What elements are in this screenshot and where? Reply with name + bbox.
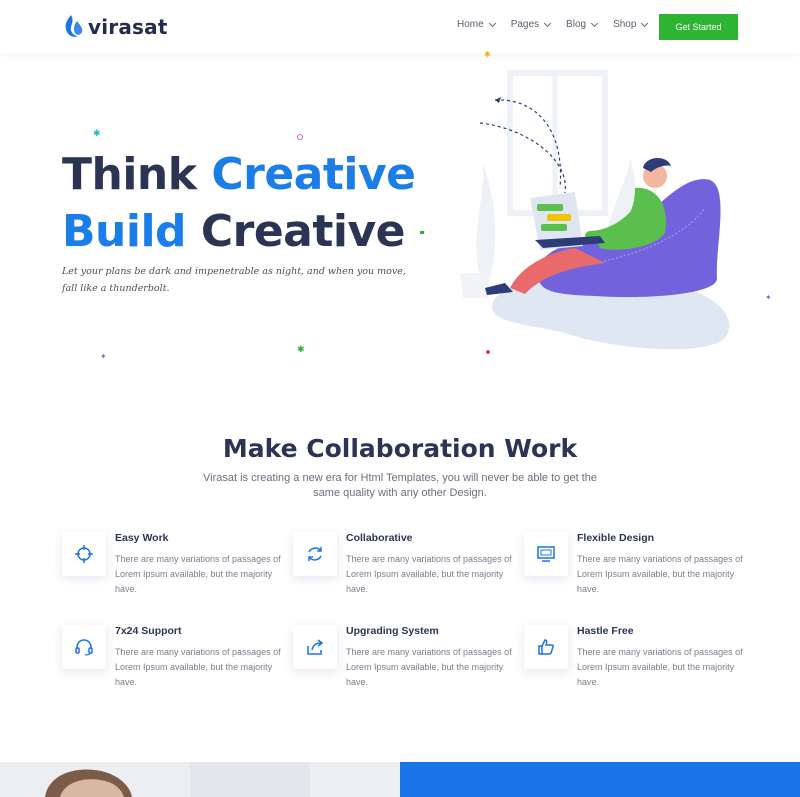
chevron-down-icon bbox=[591, 19, 599, 27]
nav-item-pages[interactable]: Pages bbox=[510, 19, 552, 30]
feature-title: 7x24 Support bbox=[115, 625, 182, 637]
bottom-photo-panel bbox=[0, 762, 400, 797]
get-started-button[interactable]: Get Started bbox=[659, 14, 738, 40]
sync-icon bbox=[308, 547, 322, 561]
feature-icon-box bbox=[293, 532, 337, 576]
feature-title: Upgrading System bbox=[346, 625, 439, 637]
sparkle-icon: ✱ bbox=[297, 344, 305, 354]
chevron-down-icon bbox=[488, 19, 496, 27]
main-nav: Home Pages Blog Shop bbox=[457, 19, 663, 30]
feature-description: There are many variations of passages of… bbox=[346, 647, 512, 687]
nav-item-label: Blog bbox=[566, 19, 587, 30]
monitor-icon bbox=[537, 546, 555, 562]
hero-title: Think Creative Build Creative bbox=[62, 146, 416, 260]
hero-title-line1: Think Creative bbox=[62, 149, 416, 200]
feature-card: Flexible Design There are many variation… bbox=[524, 532, 744, 612]
feature-card: Easy Work There are many variations of p… bbox=[62, 532, 282, 612]
feature-description: There are many variations of passages of… bbox=[115, 647, 281, 687]
hero-word-creative-2: Creative bbox=[186, 206, 406, 257]
feature-title: Collaborative bbox=[346, 532, 413, 544]
hero-word-build: Build bbox=[62, 206, 187, 257]
section-subtitle: Virasat is creating a new era for Html T… bbox=[203, 472, 597, 499]
chevron-down-icon bbox=[641, 19, 649, 27]
feature-icon-box bbox=[62, 532, 106, 576]
nav-item-label: Pages bbox=[510, 19, 540, 30]
feature-title: Flexible Design bbox=[577, 532, 655, 544]
hero-word-creative: Creative bbox=[211, 149, 416, 200]
hero-illustration bbox=[460, 70, 730, 350]
nav-item-blog[interactable]: Blog bbox=[566, 19, 599, 30]
sparkle-icon: ✱ bbox=[93, 128, 101, 138]
hero-subtitle: Let your plans be dark and impenetrable … bbox=[62, 266, 406, 294]
thumbs-up-icon bbox=[538, 639, 554, 655]
feature-icon-box bbox=[524, 625, 568, 669]
site-header: virasat Home Pages Blog Shop Get Started bbox=[0, 0, 800, 54]
crosshair-icon bbox=[75, 545, 93, 563]
feature-card: 7x24 Support There are many variations o… bbox=[62, 625, 282, 705]
feature-title: Hastle Free bbox=[577, 625, 634, 637]
headset-icon bbox=[75, 639, 93, 656]
hero-word-think: Think bbox=[62, 149, 212, 200]
share-icon bbox=[307, 639, 324, 655]
nav-item-label: Shop bbox=[613, 19, 637, 30]
person-photo bbox=[0, 762, 400, 797]
feature-card: Hastle Free There are many variations of… bbox=[524, 625, 744, 705]
sparkle-icon: ✱ bbox=[484, 50, 491, 59]
feature-description: There are many variations of passages of… bbox=[346, 554, 512, 594]
bottom-blue-panel bbox=[400, 762, 800, 797]
feature-icon-box bbox=[293, 625, 337, 669]
nav-item-home[interactable]: Home bbox=[457, 19, 496, 30]
sparkle-icon: ✦ bbox=[765, 293, 772, 302]
feature-card: Collaborative There are many variations … bbox=[293, 532, 513, 612]
feature-icon-box bbox=[524, 532, 568, 576]
logo-flame-icon bbox=[65, 15, 83, 37]
feature-description: There are many variations of passages of… bbox=[115, 554, 281, 594]
nav-item-label: Home bbox=[457, 19, 484, 30]
ring-icon bbox=[297, 134, 303, 140]
dot-icon bbox=[420, 231, 424, 234]
nav-item-shop[interactable]: Shop bbox=[613, 19, 649, 30]
logo-text: virasat bbox=[88, 15, 168, 39]
feature-icon-box bbox=[62, 625, 106, 669]
section-title: Make Collaboration Work bbox=[222, 434, 578, 463]
feature-description: There are many variations of passages of… bbox=[577, 554, 743, 594]
hero-title-line2: Build Creative bbox=[62, 206, 406, 257]
logo[interactable]: virasat bbox=[62, 14, 168, 40]
feature-card: Upgrading System There are many variatio… bbox=[293, 625, 513, 705]
feature-title: Easy Work bbox=[115, 532, 169, 544]
chevron-down-icon bbox=[544, 19, 552, 27]
feature-description: There are many variations of passages of… bbox=[577, 647, 743, 687]
sparkle-icon: ✦ bbox=[100, 352, 107, 361]
